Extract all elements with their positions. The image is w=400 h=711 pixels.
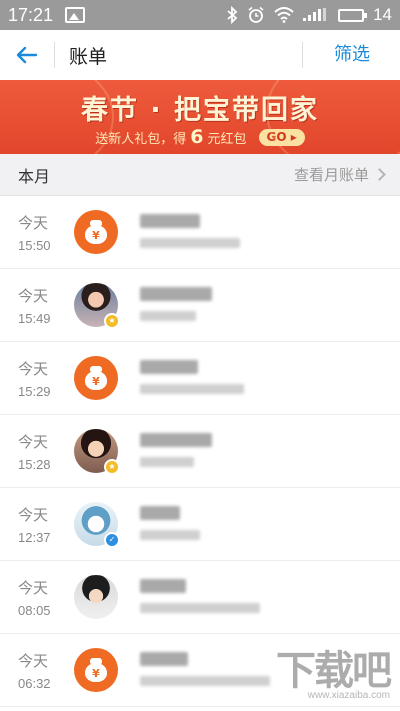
transaction-time: 15:28 <box>18 457 51 472</box>
transaction-row[interactable]: 今天 15:50 ¥ <box>0 196 400 269</box>
banner-sub-number: 6 <box>190 126 204 148</box>
image-notification-icon <box>65 7 86 23</box>
chevron-right-icon <box>373 168 386 181</box>
banner-go-button[interactable]: GO ▸ <box>258 128 305 146</box>
transaction-day: 今天 <box>18 287 49 305</box>
status-bar: 17:21 14 <box>0 0 400 30</box>
banner-sub-suffix: 元红包 <box>207 131 247 147</box>
transaction-day: 今天 <box>18 652 49 670</box>
verified-badge-icon: ★ <box>104 313 120 329</box>
alarm-icon <box>248 6 264 23</box>
watermark-title: 下载吧 <box>276 648 392 694</box>
banner-title: 春节 · 把宝带回家 <box>80 95 320 126</box>
transaction-row[interactable]: 今天 15:29 ¥ <box>0 342 400 415</box>
nav-divider-right <box>302 42 303 68</box>
watermark: 下载吧 www.xiazaiba.com <box>276 638 392 701</box>
transaction-time: 06:32 <box>18 676 51 691</box>
transaction-list: 今天 15:50 ¥ 今天 15:49 ★ 今天 15:29 ¥ 今天 15:2… <box>0 196 400 707</box>
battery-icon <box>338 8 368 22</box>
nav-divider <box>54 42 55 68</box>
section-title: 本月 <box>18 166 51 186</box>
bluetooth-icon <box>227 6 238 24</box>
filter-button[interactable]: 筛选 <box>334 30 370 80</box>
back-arrow-icon <box>16 46 38 64</box>
section-header: 本月 查看月账单 <box>0 154 400 196</box>
transaction-day: 今天 <box>18 433 49 451</box>
transaction-row[interactable]: 今天 12:37 ✓ <box>0 488 400 561</box>
transaction-day: 今天 <box>18 579 49 597</box>
status-time: 17:21 <box>8 4 54 25</box>
wifi-icon <box>274 7 294 23</box>
verified-badge-icon: ★ <box>104 459 120 475</box>
banner-sub-prefix: 送新人礼包，得 <box>95 131 187 147</box>
money-bag-icon: ¥ <box>74 356 118 400</box>
transaction-row[interactable]: 今天 08:05 <box>0 561 400 634</box>
transaction-day: 今天 <box>18 360 49 378</box>
view-monthly-bill-link[interactable]: 查看月账单 <box>293 164 386 185</box>
user-avatar <box>74 575 118 619</box>
nav-bar: 账单 筛选 <box>0 30 400 80</box>
banner-subtitle: 送新人礼包，得 6 元红包 GO ▸ <box>0 126 400 148</box>
transaction-time: 08:05 <box>18 603 51 618</box>
page-title: 账单 <box>69 45 108 68</box>
verified-badge-icon: ✓ <box>104 532 120 548</box>
transaction-time: 15:50 <box>18 238 51 253</box>
view-monthly-bill-label: 查看月账单 <box>293 166 369 184</box>
money-bag-icon: ¥ <box>74 648 118 692</box>
back-button[interactable] <box>0 30 54 80</box>
promo-banner[interactable]: 春节 · 把宝带回家 送新人礼包，得 6 元红包 GO ▸ <box>0 80 400 154</box>
battery-level: 14 <box>373 5 392 24</box>
transaction-time: 15:29 <box>18 384 51 399</box>
transaction-time: 15:49 <box>18 311 51 326</box>
transaction-row[interactable]: 今天 15:28 ★ <box>0 415 400 488</box>
transaction-day: 今天 <box>18 214 49 232</box>
signal-icon <box>303 8 327 21</box>
transaction-time: 12:37 <box>18 530 51 545</box>
transaction-day: 今天 <box>18 506 49 524</box>
money-bag-icon: ¥ <box>74 210 118 254</box>
transaction-row[interactable]: 今天 15:49 ★ <box>0 269 400 342</box>
